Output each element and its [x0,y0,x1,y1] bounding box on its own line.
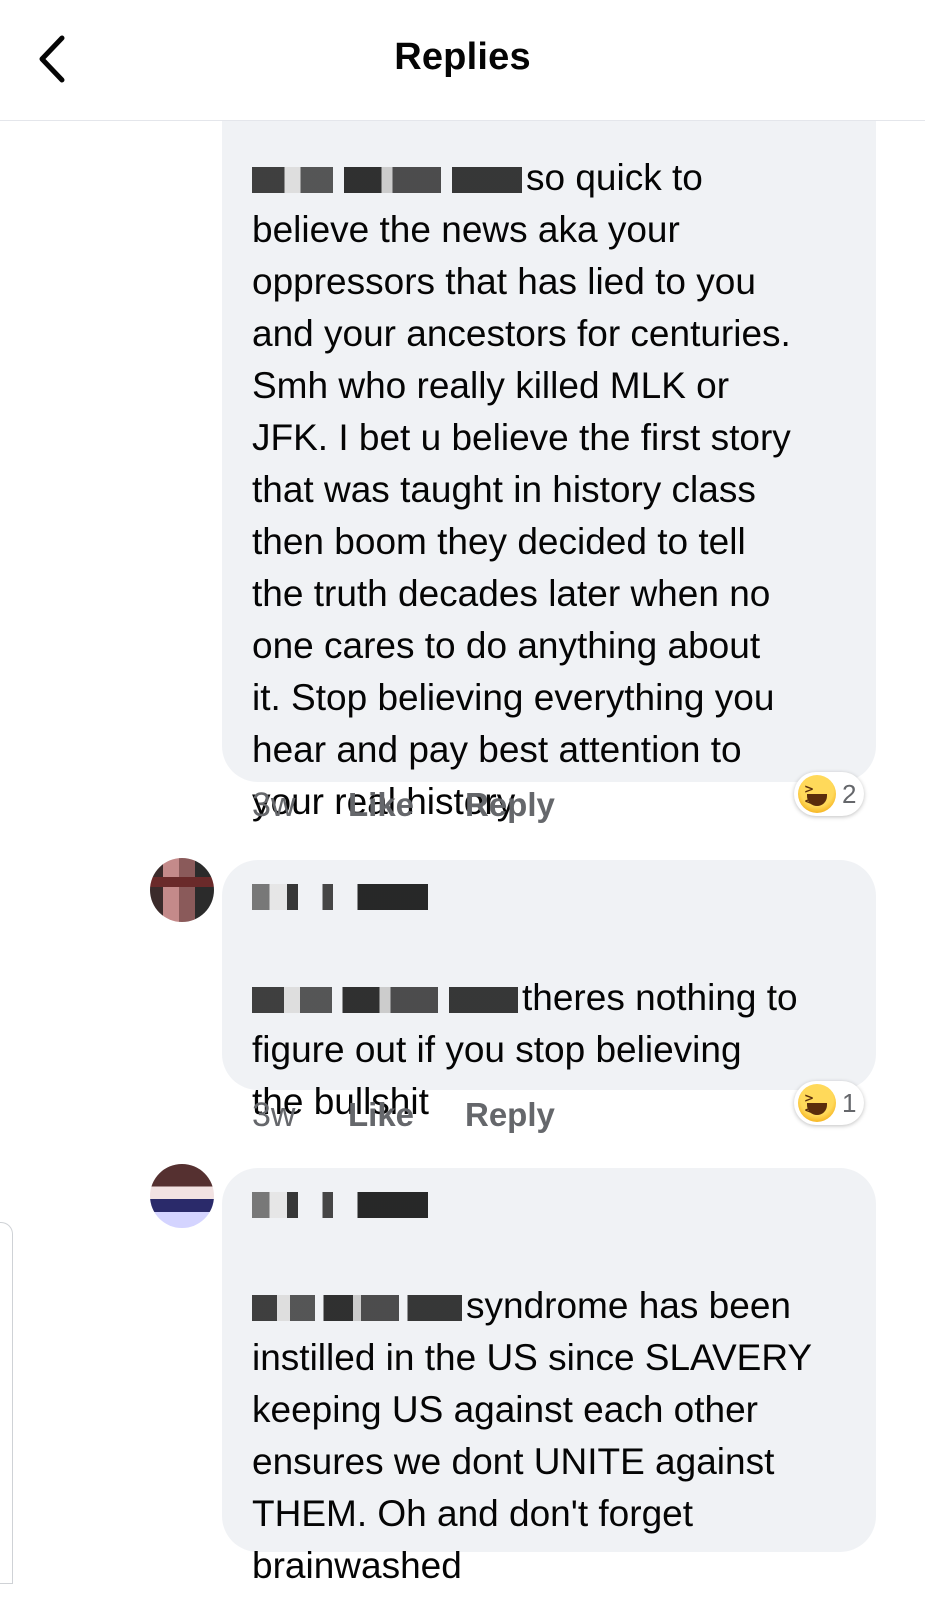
redacted-mention [252,1295,462,1322]
comment-author[interactable] [252,1182,848,1228]
redacted-author-name [252,884,428,910]
laughing-emoji-icon: >< [798,1084,836,1122]
page-title: Replies [394,36,531,78]
comment-actions: 3w Like Reply [252,1096,555,1135]
comment-author[interactable] [252,874,848,920]
reaction-count: 1 [842,1087,857,1118]
like-button[interactable]: Like [348,786,465,825]
reaction-badge[interactable]: >< 1 [794,1081,865,1125]
comment-text: theres nothing to [252,920,848,1024]
redacted-mention [252,167,522,194]
redacted-author-name [252,1192,428,1218]
panel-edge [0,1222,13,1584]
comment-time: 3w [252,786,296,824]
comment-bubble: so quick to believe the news aka your op… [222,80,876,822]
reply-button[interactable]: Reply [465,1096,555,1135]
comment-text-prefix: syndrome has been [466,1285,791,1326]
comment-actions: 3w Like Reply [252,786,555,825]
reply-button[interactable]: Reply [465,786,555,825]
laughing-emoji-icon: >< [798,775,836,813]
comment-text-prefix: so quick to [526,157,703,198]
header-bar: Replies [0,0,925,121]
comment-bubble: theres nothing to figure out if you stop… [222,860,876,1122]
comment-body: instilled in the US since SLAVERY keepin… [252,1337,813,1586]
reaction-count: 2 [842,778,857,809]
comment-bubble: syndrome has been instilled in the US si… [222,1168,876,1586]
comment-body: believe the news aka your oppressors tha… [252,209,791,822]
avatar[interactable] [150,1164,214,1228]
comment-time: 3w [252,1096,296,1134]
like-button[interactable]: Like [348,1096,465,1135]
reaction-badge[interactable]: >< 2 [794,772,865,816]
redacted-mention [252,987,518,1014]
avatar[interactable] [150,858,214,922]
comment-text-prefix: theres nothing to [522,977,798,1018]
comment-text: syndrome has been [252,1228,848,1332]
